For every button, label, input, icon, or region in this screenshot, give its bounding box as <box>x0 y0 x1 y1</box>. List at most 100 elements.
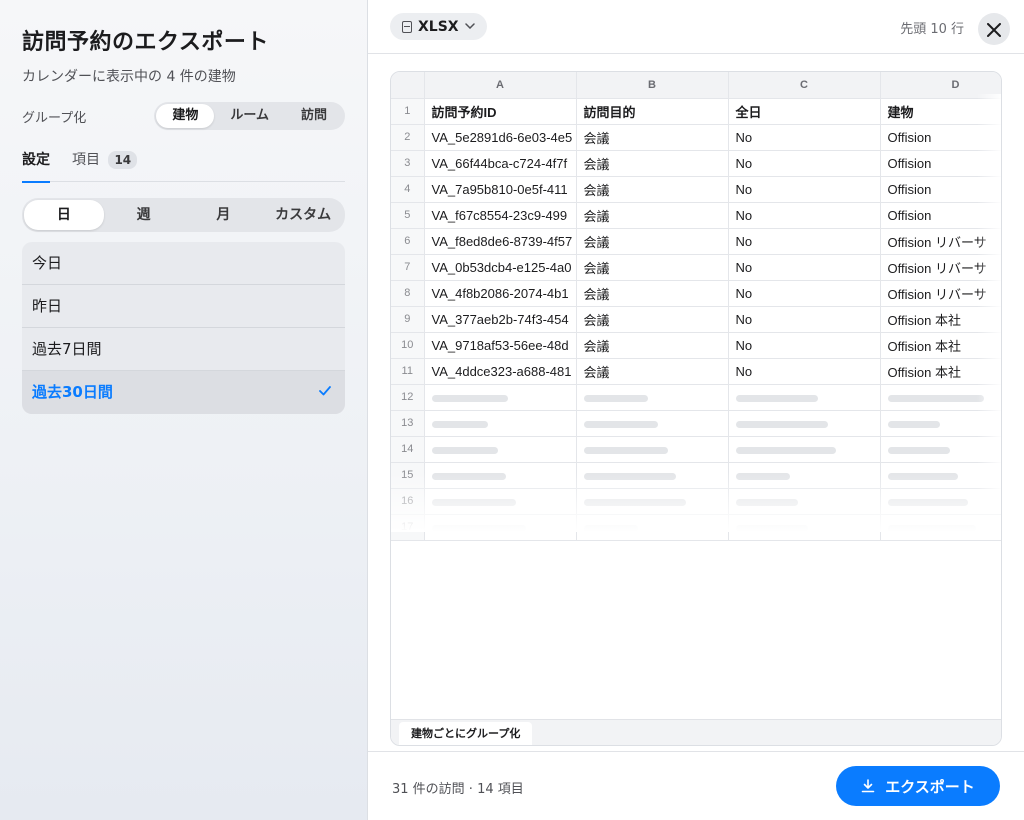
table-row: 5 VA_f67c8554-23c9-499 会議 No Offision <box>391 202 1001 229</box>
dialog-title: 訪問予約のエクスポート <box>22 30 269 55</box>
table-cell: VA_0b53dcb4-e125-4a0 <box>424 254 577 281</box>
period-option-month[interactable]: 月 <box>184 200 264 230</box>
row-number: 2 <box>391 124 425 151</box>
placeholder-row: 12 <box>391 384 1001 411</box>
table-cell: VA_5e2891d6-6e03-4e5 <box>424 124 577 151</box>
table-cell: 会議 <box>576 176 729 203</box>
column-header-b: B <box>576 72 729 99</box>
close-button[interactable] <box>978 13 1010 45</box>
preview-rows-info: 先頭 10 行 <box>900 22 964 37</box>
row-number: 9 <box>391 306 425 333</box>
table-cell: 会議 <box>576 280 729 307</box>
table-cell: No <box>728 150 881 177</box>
table-fade-right <box>977 94 1001 494</box>
row-number: 13 <box>391 410 425 437</box>
row-number: 11 <box>391 358 425 385</box>
placeholder-row: 14 <box>391 436 1001 463</box>
period-option-week[interactable]: 週 <box>104 200 184 230</box>
table-cell: No <box>728 124 881 151</box>
row-number: 12 <box>391 384 425 411</box>
table-row: 1 訪問予約ID 訪問目的 全日 建物 <box>391 98 1001 125</box>
format-dropdown[interactable]: XLSX <box>390 13 487 40</box>
export-footer: 31 件の訪問 · 14 項目 エクスポート <box>368 751 1024 820</box>
table-cell: No <box>728 306 881 333</box>
close-icon <box>987 23 1001 37</box>
row-number: 10 <box>391 332 425 359</box>
column-header-a: A <box>424 72 577 99</box>
table-cell: 訪問目的 <box>576 98 729 125</box>
table-cell: No <box>728 332 881 359</box>
file-icon <box>402 20 412 33</box>
range-item-last-30-days[interactable]: 過去30日間 <box>22 371 345 414</box>
range-item-today[interactable]: 今日 <box>22 242 345 285</box>
grouping-option-room[interactable]: ルーム <box>214 104 285 128</box>
table-cell: 会議 <box>576 124 729 151</box>
table-cell: VA_4ddce323-a688-481 <box>424 358 577 385</box>
placeholder-cell <box>576 410 729 437</box>
fields-count-badge: 14 <box>108 151 138 169</box>
table-row: 11 VA_4ddce323-a688-481 会議 No Offision 本… <box>391 358 1001 385</box>
table-cell: 会議 <box>576 150 729 177</box>
table-row: 2 VA_5e2891d6-6e03-4e5 会議 No Offision <box>391 124 1001 151</box>
placeholder-cell <box>728 436 881 463</box>
table-cell: No <box>728 176 881 203</box>
table-row: 9 VA_377aeb2b-74f3-454 会議 No Offision 本社 <box>391 306 1001 333</box>
table-row: 6 VA_f8ed8de6-8739-4f57 会議 No Offision リ… <box>391 228 1001 255</box>
range-item-last-7-days[interactable]: 過去7日間 <box>22 328 345 371</box>
tab-fields[interactable]: 項目 14 <box>72 148 138 182</box>
export-summary: 31 件の訪問 · 14 項目 <box>392 782 524 797</box>
spreadsheet-grid: A B C D 1 訪問予約ID 訪問目的 全日 建物 2 VA_5e2891d… <box>391 72 1001 541</box>
period-segmented-control: 日 週 月 カスタム <box>22 198 345 232</box>
grid-corner <box>391 72 425 99</box>
settings-tabs: 設定 項目 14 <box>22 148 345 183</box>
grouping-label: グループ化 <box>22 110 87 126</box>
range-item-label: 今日 <box>32 254 63 272</box>
table-cell: No <box>728 254 881 281</box>
row-number: 6 <box>391 228 425 255</box>
row-number: 8 <box>391 280 425 307</box>
placeholder-cell <box>576 384 729 411</box>
table-cell: VA_7a95b810-0e5f-411 <box>424 176 577 203</box>
table-row: 3 VA_66f44bca-c724-4f7f 会議 No Offision <box>391 150 1001 177</box>
grouping-row: グループ化 建物 ルーム 訪問 <box>22 102 345 130</box>
checkmark-icon <box>319 371 331 414</box>
date-range-list: 今日 昨日 過去7日間 過去30日間 <box>22 242 345 414</box>
table-cell: 会議 <box>576 202 729 229</box>
export-preview-panel: XLSX 先頭 10 行 A B C D 1 訪問予約ID 訪問目的 全日 建物… <box>368 0 1024 820</box>
table-cell: 会議 <box>576 228 729 255</box>
row-number: 1 <box>391 98 425 125</box>
tab-settings-label: 設定 <box>22 152 50 168</box>
table-cell: 会議 <box>576 254 729 281</box>
preview-toolbar: XLSX 先頭 10 行 <box>368 0 1024 54</box>
sheet-tab-grouped-by-building[interactable]: 建物ごとにグループ化 <box>399 722 533 745</box>
table-row: 4 VA_7a95b810-0e5f-411 会議 No Offision <box>391 176 1001 203</box>
placeholder-cell <box>424 410 577 437</box>
range-item-yesterday[interactable]: 昨日 <box>22 285 345 328</box>
grouping-option-visit[interactable]: 訪問 <box>285 104 343 128</box>
table-cell: 会議 <box>576 332 729 359</box>
spreadsheet-preview: A B C D 1 訪問予約ID 訪問目的 全日 建物 2 VA_5e2891d… <box>390 71 1002 746</box>
table-fade-overlay <box>391 472 1001 532</box>
period-option-custom[interactable]: カスタム <box>263 200 343 230</box>
range-item-label: 過去30日間 <box>32 383 113 401</box>
format-label: XLSX <box>418 18 459 35</box>
download-icon <box>861 779 875 793</box>
row-number: 7 <box>391 254 425 281</box>
table-cell: No <box>728 280 881 307</box>
table-cell: 会議 <box>576 358 729 385</box>
export-button-label: エクスポート <box>885 777 975 796</box>
placeholder-cell <box>728 384 881 411</box>
table-cell: 訪問予約ID <box>424 98 577 125</box>
table-cell: VA_377aeb2b-74f3-454 <box>424 306 577 333</box>
grouping-option-building[interactable]: 建物 <box>156 104 215 128</box>
export-button[interactable]: エクスポート <box>836 766 1000 806</box>
chevron-down-icon <box>464 21 475 32</box>
table-cell: No <box>728 202 881 229</box>
table-cell: VA_f8ed8de6-8739-4f57 <box>424 228 577 255</box>
row-number: 3 <box>391 150 425 177</box>
table-cell: VA_f67c8554-23c9-499 <box>424 202 577 229</box>
column-header-c: C <box>728 72 881 99</box>
period-option-day[interactable]: 日 <box>24 200 104 230</box>
range-item-label: 過去7日間 <box>32 340 102 358</box>
tab-settings[interactable]: 設定 <box>22 148 50 183</box>
